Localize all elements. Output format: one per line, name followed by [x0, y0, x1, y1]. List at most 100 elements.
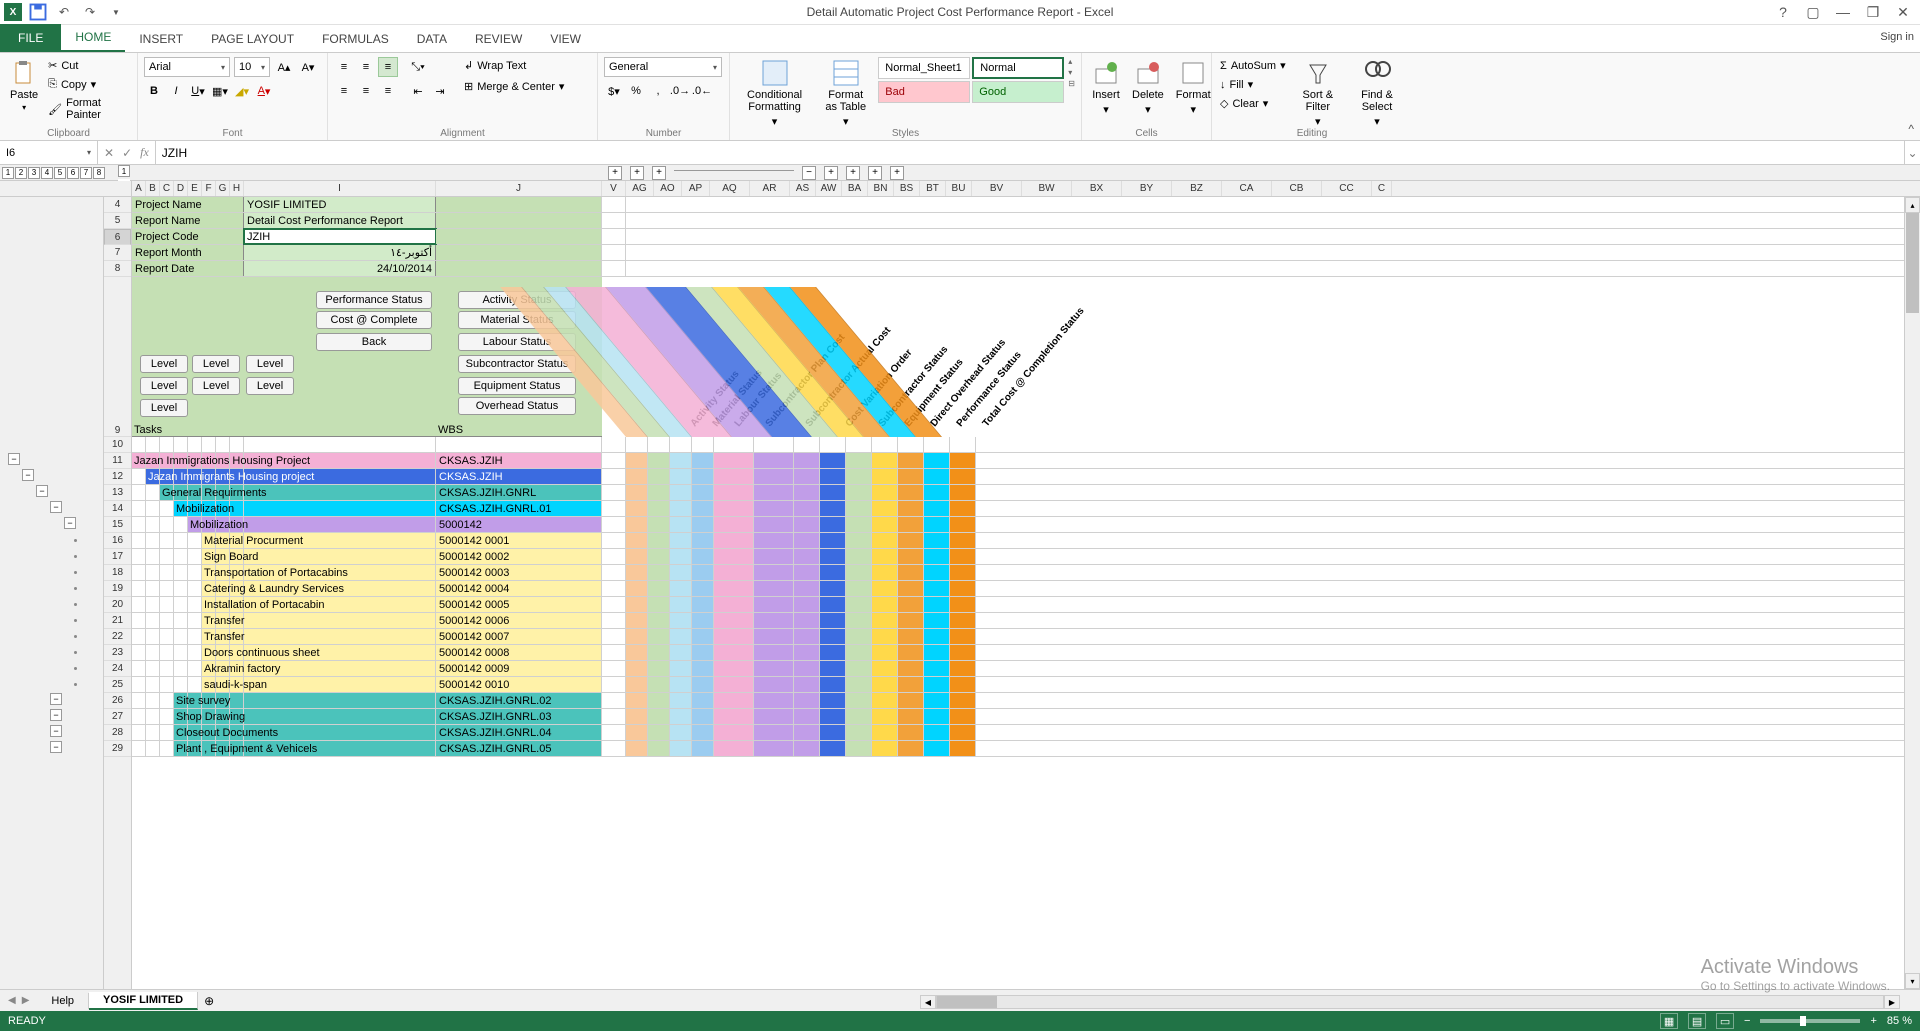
cell[interactable] [188, 469, 202, 484]
row-number[interactable]: 18 [104, 565, 131, 581]
cell[interactable] [898, 629, 924, 644]
page-layout-view-icon[interactable]: ▤ [1688, 1013, 1706, 1029]
autosum-button[interactable]: ΣAutoSum ▾ [1218, 57, 1288, 74]
cell[interactable] [670, 741, 692, 756]
outline-level-5[interactable]: 5 [54, 167, 66, 179]
cell[interactable] [188, 741, 202, 756]
cell[interactable] [188, 501, 202, 516]
cell[interactable] [898, 549, 924, 564]
cell[interactable] [872, 485, 898, 500]
cell[interactable] [216, 725, 230, 740]
cell[interactable] [950, 581, 976, 596]
col-outline-expand[interactable]: + [608, 166, 622, 180]
cell[interactable] [602, 517, 626, 532]
cell[interactable] [174, 661, 188, 676]
col-header[interactable]: C [160, 181, 174, 196]
cell[interactable] [754, 741, 794, 756]
ribbon-display-icon[interactable]: ▢ [1802, 1, 1824, 23]
row-outline-toggle[interactable]: − [36, 485, 48, 497]
cell[interactable] [216, 741, 230, 756]
cell[interactable] [230, 485, 244, 500]
cell[interactable] [146, 581, 160, 596]
cell[interactable] [692, 613, 714, 628]
row-outline-toggle[interactable]: − [8, 453, 20, 465]
cell[interactable] [846, 469, 872, 484]
row-number[interactable]: 17 [104, 549, 131, 565]
cell[interactable] [670, 581, 692, 596]
cell[interactable] [692, 501, 714, 516]
cell[interactable] [244, 453, 436, 468]
cell[interactable] [754, 613, 794, 628]
form-button[interactable]: Material Status [458, 311, 576, 329]
col-header[interactable]: AQ [710, 181, 750, 196]
cell[interactable] [898, 725, 924, 740]
cell[interactable] [820, 549, 846, 564]
cell[interactable] [160, 661, 174, 676]
cell[interactable] [794, 693, 820, 708]
cell[interactable] [602, 469, 626, 484]
cell[interactable] [714, 453, 754, 468]
cell[interactable] [648, 533, 670, 548]
cell[interactable] [898, 741, 924, 756]
outline-level-6[interactable]: 6 [67, 167, 79, 179]
decrease-indent-icon[interactable]: ⇤ [408, 81, 428, 101]
tab-data[interactable]: DATA [403, 28, 461, 52]
horizontal-scrollbar[interactable]: ◀▶ [920, 993, 1900, 1011]
cell[interactable]: 5000142 0005 [436, 597, 602, 612]
cell[interactable] [602, 693, 626, 708]
cell[interactable] [754, 437, 794, 452]
col-header[interactable]: BX [1072, 181, 1122, 196]
cell[interactable] [132, 725, 146, 740]
cell[interactable] [950, 613, 976, 628]
cell[interactable] [754, 645, 794, 660]
cell[interactable] [846, 517, 872, 532]
cell[interactable] [846, 613, 872, 628]
cell[interactable] [898, 501, 924, 516]
cell[interactable] [202, 517, 216, 532]
cell[interactable] [714, 613, 754, 628]
cell[interactable] [202, 613, 216, 628]
cell[interactable] [692, 437, 714, 452]
cell[interactable] [188, 517, 202, 532]
cell[interactable] [626, 469, 648, 484]
cell[interactable] [160, 581, 174, 596]
form-button[interactable]: Equipment Status [458, 377, 576, 395]
copy-button[interactable]: ⎘Copy ▾ [46, 76, 131, 93]
cell[interactable] [950, 549, 976, 564]
cell[interactable] [626, 661, 648, 676]
name-box[interactable]: I6▾ [0, 141, 98, 164]
col-outline-expand[interactable]: + [824, 166, 838, 180]
cell[interactable] [898, 517, 924, 532]
cell[interactable] [754, 453, 794, 468]
conditional-formatting-button[interactable]: Conditional Formatting▾ [736, 57, 813, 130]
cell[interactable] [692, 629, 714, 644]
cell[interactable] [794, 533, 820, 548]
cell[interactable] [648, 517, 670, 532]
cell[interactable] [244, 469, 436, 484]
cell[interactable] [174, 517, 188, 532]
cell[interactable] [202, 565, 216, 580]
cell[interactable] [846, 741, 872, 756]
cell[interactable]: 5000142 0008 [436, 645, 602, 660]
bold-button[interactable]: B [144, 81, 164, 101]
cell[interactable] [950, 693, 976, 708]
cell[interactable] [846, 485, 872, 500]
cell[interactable] [230, 517, 244, 532]
cell[interactable] [670, 709, 692, 724]
cell[interactable] [626, 453, 648, 468]
col-header[interactable]: B [146, 181, 160, 196]
row-number[interactable]: 5 [104, 213, 131, 229]
cell[interactable] [626, 485, 648, 500]
cell[interactable] [820, 581, 846, 596]
cell[interactable] [924, 709, 950, 724]
cell[interactable] [216, 453, 230, 468]
cell[interactable] [950, 501, 976, 516]
cell[interactable] [626, 741, 648, 756]
decrease-decimal-icon[interactable]: .0← [692, 81, 712, 101]
cell[interactable] [230, 645, 244, 660]
row-number[interactable]: 23 [104, 645, 131, 661]
cell[interactable] [950, 565, 976, 580]
cell[interactable] [188, 693, 202, 708]
cell[interactable] [602, 245, 626, 260]
cell[interactable] [132, 629, 146, 644]
